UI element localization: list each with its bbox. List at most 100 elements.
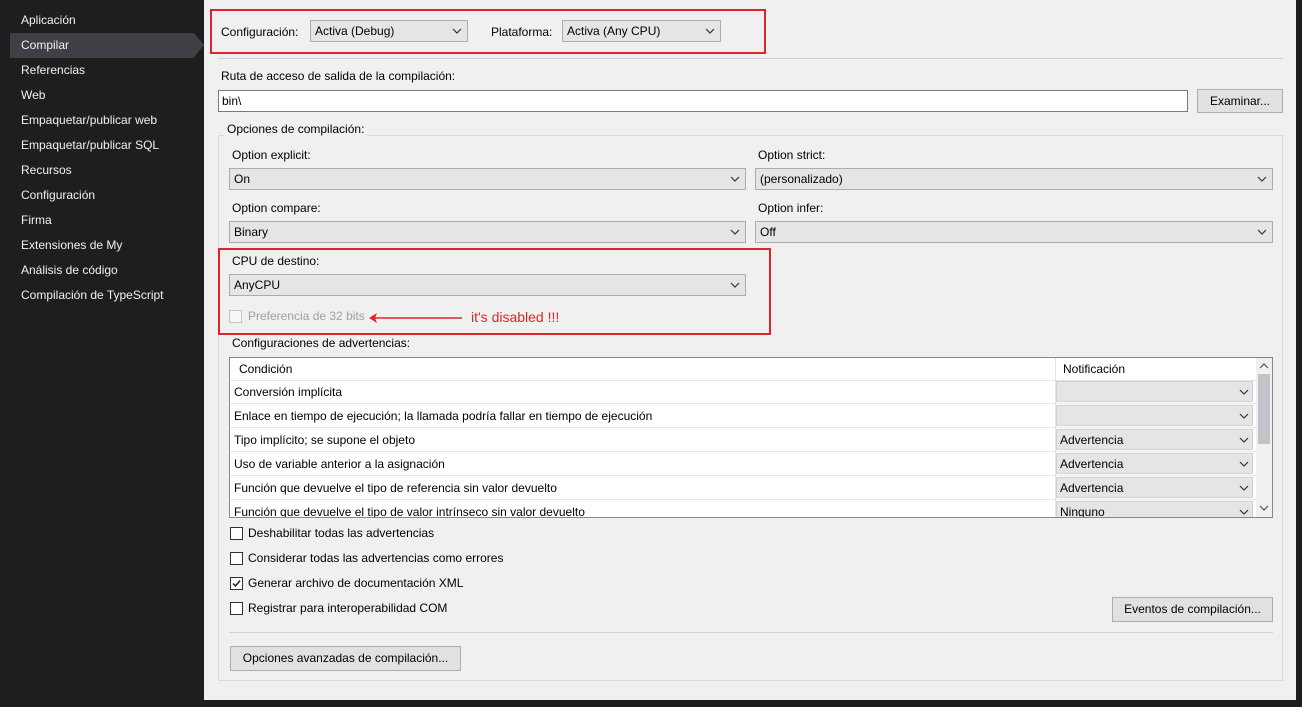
- option-strict-label: Option strict:: [758, 148, 826, 162]
- option-explicit-value: On: [234, 172, 251, 186]
- chevron-down-icon: [452, 28, 462, 34]
- cpu-target-label: CPU de destino:: [232, 254, 320, 268]
- grid-header: Condición Notificación: [230, 358, 1257, 381]
- treat-warnings-as-errors-checkbox[interactable]: [230, 552, 243, 565]
- annotation-text: it's disabled !!!: [471, 309, 560, 325]
- configuration-value: Activa (Debug): [315, 24, 395, 38]
- disable-all-warnings-label: Deshabilitar todas las advertencias: [248, 526, 435, 540]
- sidebar-item-empaquetar-sql[interactable]: Empaquetar/publicar SQL: [10, 133, 194, 158]
- option-infer-dropdown[interactable]: Off: [755, 221, 1273, 243]
- chevron-down-icon: [1257, 229, 1267, 235]
- chevron-down-icon: [705, 28, 715, 34]
- row-notification-dropdown[interactable]: Advertencia: [1056, 429, 1253, 450]
- sidebar-item-analisis-codigo[interactable]: Análisis de código: [10, 258, 194, 283]
- vertical-scrollbar[interactable]: [1256, 358, 1272, 517]
- sidebar-item-recursos[interactable]: Recursos: [10, 158, 194, 183]
- row-notification-value: Advertencia: [1060, 433, 1124, 447]
- row-condition: Uso de variable anterior a la asignación: [234, 457, 445, 471]
- sidebar-item-referencias[interactable]: Referencias: [10, 58, 194, 83]
- sidebar-item-typescript[interactable]: Compilación de TypeScript: [10, 283, 194, 308]
- configuration-label: Configuración:: [221, 25, 299, 39]
- divider: [229, 632, 1273, 633]
- sidebar-item-configuracion[interactable]: Configuración: [10, 183, 194, 208]
- sidebar-item-extensiones-my[interactable]: Extensiones de My: [10, 233, 194, 258]
- platform-dropdown[interactable]: Activa (Any CPU): [562, 20, 721, 42]
- sidebar: Aplicación Compilar Referencias Web Empa…: [0, 0, 204, 707]
- configuration-dropdown[interactable]: Activa (Debug): [310, 20, 468, 42]
- com-interop-checkbox[interactable]: [230, 602, 243, 615]
- window-edge: [1296, 0, 1302, 707]
- option-explicit-label: Option explicit:: [232, 148, 311, 162]
- table-row[interactable]: Enlace en tiempo de ejecución; la llamad…: [230, 404, 1257, 428]
- build-events-button[interactable]: Eventos de compilación...: [1112, 597, 1273, 622]
- chevron-down-icon: [730, 282, 740, 288]
- chevron-down-icon: [730, 229, 740, 235]
- prefer-32bit-label: Preferencia de 32 bits: [248, 309, 365, 323]
- chevron-down-icon[interactable]: [1259, 503, 1269, 513]
- column-header-condition[interactable]: Condición: [239, 362, 292, 376]
- cpu-target-dropdown[interactable]: AnyCPU: [229, 274, 746, 296]
- row-condition: Conversión implícita: [234, 385, 343, 399]
- row-notification-value: Advertencia: [1060, 457, 1124, 471]
- row-notification-dropdown[interactable]: Ninguno: [1056, 501, 1253, 518]
- cpu-target-value: AnyCPU: [234, 278, 281, 292]
- sidebar-item-web[interactable]: Web: [10, 83, 194, 108]
- output-path-field[interactable]: [218, 90, 1188, 112]
- row-notification-dropdown[interactable]: [1056, 405, 1253, 426]
- option-compare-label: Option compare:: [232, 201, 321, 215]
- row-notification-dropdown[interactable]: [1056, 381, 1253, 402]
- chevron-down-icon: [1239, 437, 1249, 443]
- row-condition: Función que devuelve el tipo de valor in…: [234, 505, 585, 518]
- option-strict-dropdown[interactable]: (personalizado): [755, 168, 1273, 190]
- option-strict-value: (personalizado): [760, 172, 843, 186]
- row-notification-dropdown[interactable]: Advertencia: [1056, 453, 1253, 474]
- output-path-input[interactable]: [222, 94, 1142, 108]
- sidebar-item-compilar[interactable]: Compilar: [10, 33, 204, 58]
- chevron-down-icon: [1257, 176, 1267, 182]
- disable-all-warnings-checkbox[interactable]: [230, 527, 243, 540]
- option-infer-value: Off: [760, 225, 776, 239]
- table-row[interactable]: Función que devuelve el tipo de referenc…: [230, 476, 1257, 500]
- compile-options-label: Opciones de compilación:: [224, 122, 368, 136]
- divider: [218, 58, 1283, 59]
- platform-label: Plataforma:: [491, 25, 553, 39]
- generate-xml-doc-label: Generar archivo de documentación XML: [248, 576, 464, 590]
- option-compare-dropdown[interactable]: Binary: [229, 221, 746, 243]
- sidebar-item-aplicacion[interactable]: Aplicación: [10, 8, 194, 33]
- generate-xml-doc-checkbox[interactable]: [230, 577, 243, 590]
- arrow-left-icon: [369, 313, 462, 323]
- chevron-down-icon: [1239, 485, 1249, 491]
- sidebar-item-firma[interactable]: Firma: [10, 208, 194, 233]
- warnings-grid: Condición Notificación Conversión implíc…: [229, 357, 1273, 518]
- chevron-down-icon: [1239, 509, 1249, 515]
- prefer-32bit-checkbox[interactable]: [229, 310, 242, 323]
- browse-button[interactable]: Examinar...: [1197, 89, 1283, 113]
- table-row[interactable]: Uso de variable anterior a la asignación…: [230, 452, 1257, 476]
- option-infer-label: Option infer:: [758, 201, 824, 215]
- output-path-label: Ruta de acceso de salida de la compilaci…: [221, 69, 456, 83]
- platform-value: Activa (Any CPU): [567, 24, 661, 38]
- chevron-down-icon: [1239, 389, 1249, 395]
- com-interop-label: Registrar para interoperabilidad COM: [248, 601, 448, 615]
- row-condition: Tipo implícito; se supone el objeto: [234, 433, 415, 447]
- window-edge-bottom: [204, 700, 1296, 707]
- option-explicit-dropdown[interactable]: On: [229, 168, 746, 190]
- sidebar-item-empaquetar-web[interactable]: Empaquetar/publicar web: [10, 108, 194, 133]
- chevron-down-icon: [1239, 461, 1249, 467]
- row-condition: Enlace en tiempo de ejecución; la llamad…: [234, 409, 653, 423]
- advanced-compile-options-button[interactable]: Opciones avanzadas de compilación...: [230, 646, 461, 671]
- row-notification-value: Ninguno: [1060, 505, 1105, 518]
- table-row[interactable]: Función que devuelve el tipo de valor in…: [230, 500, 1257, 518]
- option-compare-value: Binary: [234, 225, 269, 239]
- table-row[interactable]: Tipo implícito; se supone el objeto Adve…: [230, 428, 1257, 452]
- chevron-down-icon: [730, 176, 740, 182]
- row-notification-dropdown[interactable]: Advertencia: [1056, 477, 1253, 498]
- row-notification-value: Advertencia: [1060, 481, 1124, 495]
- table-row[interactable]: Conversión implícita: [230, 380, 1257, 404]
- treat-warnings-as-errors-label: Considerar todas las advertencias como e…: [248, 551, 504, 565]
- scrollbar-thumb[interactable]: [1258, 374, 1270, 444]
- row-condition: Función que devuelve el tipo de referenc…: [234, 481, 557, 495]
- chevron-up-icon[interactable]: [1259, 361, 1269, 371]
- column-header-notification[interactable]: Notificación: [1063, 362, 1125, 376]
- chevron-down-icon: [1239, 413, 1249, 419]
